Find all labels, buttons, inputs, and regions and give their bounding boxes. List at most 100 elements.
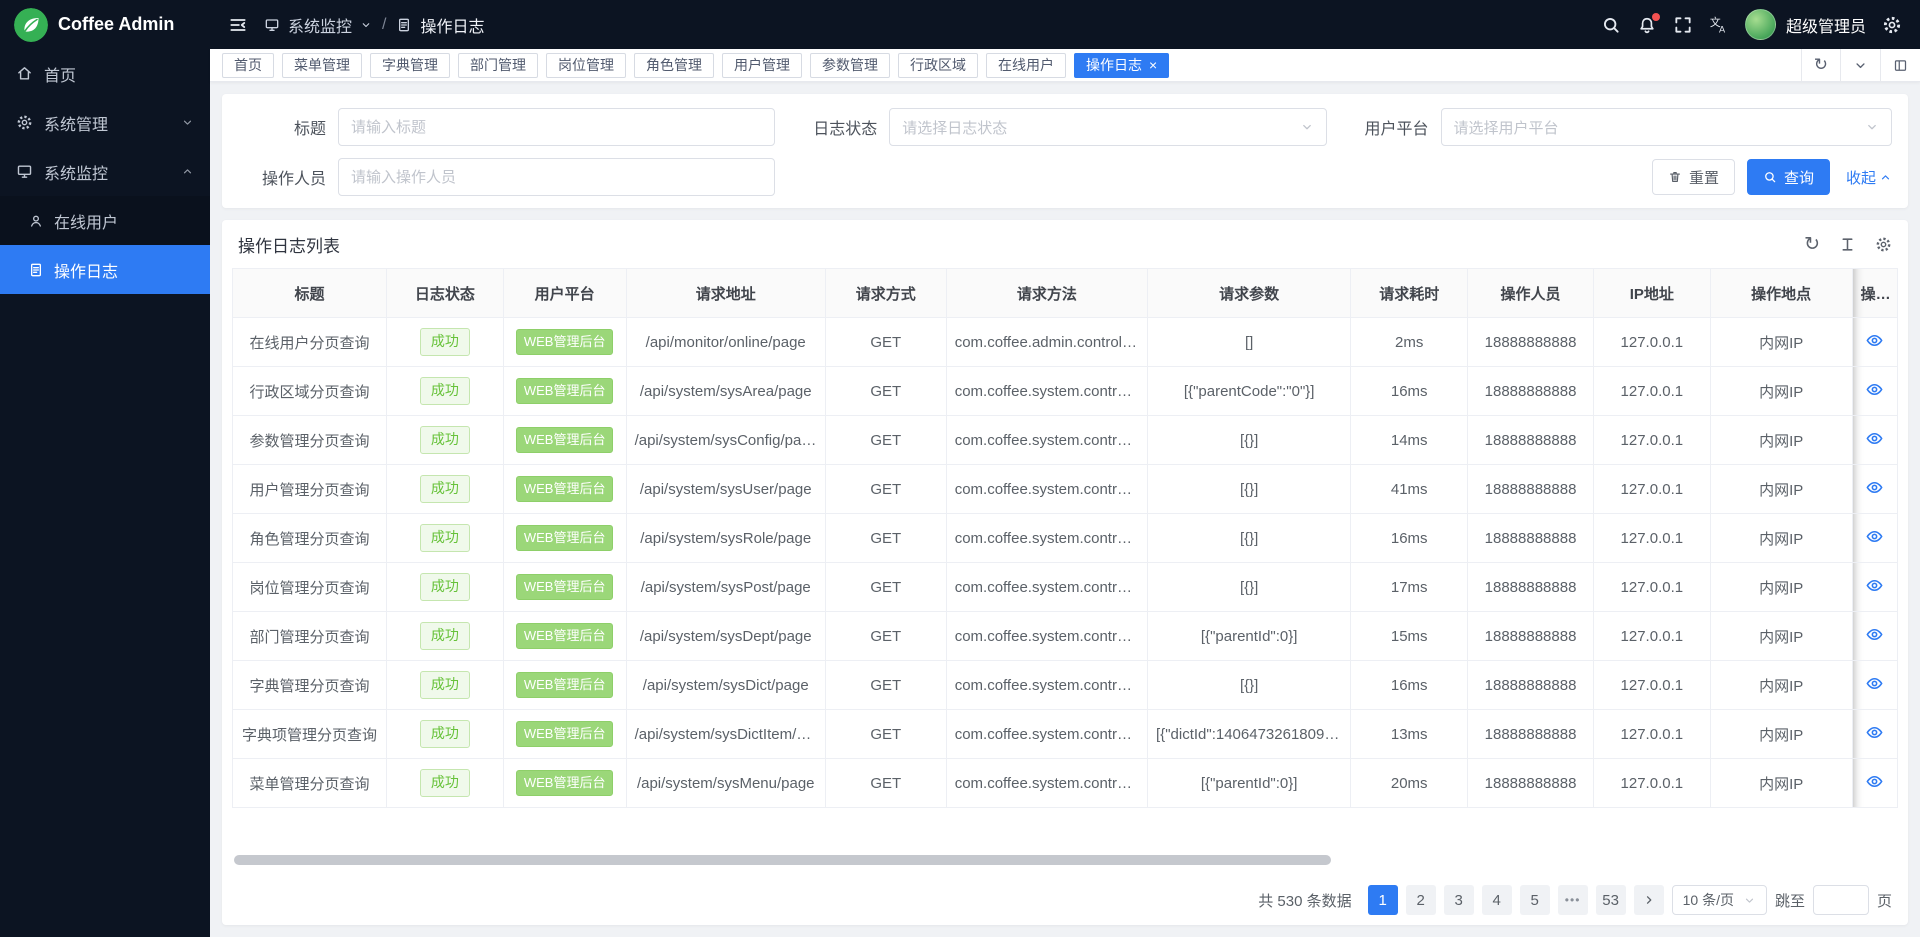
table-row: 用户管理分页查询 成功 WEB管理后台 /api/system/sysUser/… [233, 465, 1898, 514]
page-size-select[interactable]: 10 条/页 [1672, 885, 1767, 915]
chevron-down-icon [1853, 58, 1868, 73]
refresh-icon[interactable]: ↻ [1804, 235, 1820, 254]
username[interactable]: 超级管理员 [1786, 13, 1866, 37]
table-row: 部门管理分页查询 成功 WEB管理后台 /api/system/sysDept/… [233, 612, 1898, 661]
page-button[interactable]: 2 [1406, 885, 1436, 915]
jump-label: 跳至 [1775, 890, 1805, 911]
table-header-row: 标题 日志状态 用户平台 请求地址 请求方式 请求方法 请求参数 请求耗时 操作… [233, 269, 1898, 318]
density-icon[interactable] [1839, 236, 1856, 253]
page-button[interactable]: 5 [1520, 885, 1550, 915]
total-count: 共 530 条数据 [1258, 890, 1351, 911]
fullscreen-icon[interactable] [1673, 15, 1693, 35]
page-button-last[interactable]: 53 [1596, 885, 1626, 915]
table-row: 字典管理分页查询 成功 WEB管理后台 /api/system/sysDict/… [233, 661, 1898, 710]
next-page-button[interactable] [1634, 885, 1664, 915]
table-row: 行政区域分页查询 成功 WEB管理后台 /api/system/sysArea/… [233, 367, 1898, 416]
tab-operation-log-active[interactable]: 操作日志 × [1074, 53, 1169, 78]
col-url: 请求地址 [626, 269, 825, 318]
title-input[interactable] [351, 119, 762, 136]
refresh-icon[interactable]: ↻ [1801, 49, 1840, 81]
sidebar-item-system-monitor[interactable]: 系统监控 [0, 147, 210, 196]
status-badge: 成功 [420, 377, 470, 405]
col-operator: 操作人员 [1468, 269, 1594, 318]
more-pages-ellipsis[interactable]: ••• [1558, 885, 1588, 915]
sidebar-submenu: 在线用户 操作日志 [0, 196, 210, 294]
menu-fold-icon[interactable] [228, 15, 248, 35]
reset-button[interactable]: 重置 [1652, 159, 1735, 195]
collapse-filter-link[interactable]: 收起 [1846, 167, 1892, 188]
page-button-current[interactable]: 1 [1368, 885, 1398, 915]
status-badge: 成功 [420, 622, 470, 650]
col-platform: 用户平台 [503, 269, 626, 318]
tab-role-management[interactable]: 角色管理 [634, 53, 714, 78]
tab-user-management[interactable]: 用户管理 [722, 53, 802, 78]
chevron-down-icon [1743, 894, 1756, 907]
table-card-title: 操作日志列表 [238, 232, 1804, 257]
view-detail-eye-icon[interactable] [1865, 527, 1884, 546]
app-window: Coffee Admin 首页 系统管理 系统监控 [0, 0, 1920, 937]
tab-post-management[interactable]: 岗位管理 [546, 53, 626, 78]
settings-gear-icon[interactable] [1882, 15, 1902, 35]
operation-log-table: 标题 日志状态 用户平台 请求地址 请求方式 请求方法 请求参数 请求耗时 操作… [232, 268, 1898, 808]
tab-area-management[interactable]: 行政区域 [898, 53, 978, 78]
col-method: 请求方式 [825, 269, 946, 318]
view-detail-eye-icon[interactable] [1865, 380, 1884, 399]
tab-dept-management[interactable]: 部门管理 [458, 53, 538, 78]
tab-config-management[interactable]: 参数管理 [810, 53, 890, 78]
translate-icon[interactable] [1709, 15, 1729, 35]
view-detail-eye-icon[interactable] [1865, 723, 1884, 742]
layout-columns-icon[interactable] [1880, 49, 1920, 81]
notification-bell[interactable] [1637, 15, 1657, 35]
user-platform-select[interactable]: 请选择用户平台 [1441, 108, 1892, 146]
tab-online-users[interactable]: 在线用户 [986, 53, 1066, 78]
tab-dict-management[interactable]: 字典管理 [370, 53, 450, 78]
columns-icon [1893, 58, 1908, 73]
view-detail-eye-icon[interactable] [1865, 478, 1884, 497]
search-button[interactable]: 查询 [1747, 159, 1830, 195]
tab-menu-management[interactable]: 菜单管理 [282, 53, 362, 78]
breadcrumb-current: 操作日志 [420, 13, 484, 37]
view-detail-eye-icon[interactable] [1865, 772, 1884, 791]
view-detail-eye-icon[interactable] [1865, 674, 1884, 693]
horizontal-scrollbar-thumb[interactable] [234, 855, 1331, 865]
jump-unit: 页 [1877, 890, 1892, 911]
table-row: 角色管理分页查询 成功 WEB管理后台 /api/system/sysRole/… [233, 514, 1898, 563]
column-settings-gear-icon[interactable] [1875, 236, 1892, 253]
col-handler: 请求方法 [946, 269, 1147, 318]
table-row: 菜单管理分页查询 成功 WEB管理后台 /api/system/sysMenu/… [233, 759, 1898, 808]
search-icon[interactable] [1601, 15, 1621, 35]
tab-dropdown-chevron[interactable] [1840, 49, 1880, 81]
filter-panel: 标题 日志状态 请选择日志状态 用户平台 [222, 94, 1908, 208]
operator-input[interactable] [351, 169, 762, 186]
sidebar-subitem-online-users[interactable]: 在线用户 [0, 196, 210, 245]
view-detail-eye-icon[interactable] [1865, 331, 1884, 350]
trash-icon [1668, 170, 1682, 184]
page-button[interactable]: 4 [1482, 885, 1512, 915]
sidebar-item-home[interactable]: 首页 [0, 49, 210, 98]
sidebar-subitem-operation-log[interactable]: 操作日志 [0, 245, 210, 294]
col-title: 标题 [233, 269, 387, 318]
view-detail-eye-icon[interactable] [1865, 576, 1884, 595]
table-scroll-area: 标题 日志状态 用户平台 请求地址 请求方式 请求方法 请求参数 请求耗时 操作… [222, 268, 1908, 875]
tab-home[interactable]: 首页 [222, 53, 274, 78]
sidebar-item-system-management[interactable]: 系统管理 [0, 98, 210, 147]
page-button[interactable]: 3 [1444, 885, 1474, 915]
log-status-select[interactable]: 请选择日志状态 [889, 108, 1326, 146]
avatar[interactable] [1745, 9, 1776, 40]
table-row: 岗位管理分页查询 成功 WEB管理后台 /api/system/sysPost/… [233, 563, 1898, 612]
table-row: 参数管理分页查询 成功 WEB管理后台 /api/system/sysConfi… [233, 416, 1898, 465]
close-icon[interactable]: × [1149, 58, 1157, 72]
col-actions: 操作 [1852, 269, 1897, 318]
view-detail-eye-icon[interactable] [1865, 625, 1884, 644]
view-detail-eye-icon[interactable] [1865, 429, 1884, 448]
platform-badge: WEB管理后台 [516, 525, 614, 551]
status-badge: 成功 [420, 475, 470, 503]
jump-page-input[interactable] [1813, 885, 1869, 915]
page-size-value: 10 条/页 [1683, 890, 1734, 910]
breadcrumb-parent[interactable]: 系统监控 [288, 13, 352, 37]
user-platform-label: 用户平台 [1341, 115, 1441, 139]
user-icon [28, 213, 44, 229]
platform-badge: WEB管理后台 [516, 476, 614, 502]
status-badge: 成功 [420, 769, 470, 797]
breadcrumb-separator: / [382, 16, 386, 34]
